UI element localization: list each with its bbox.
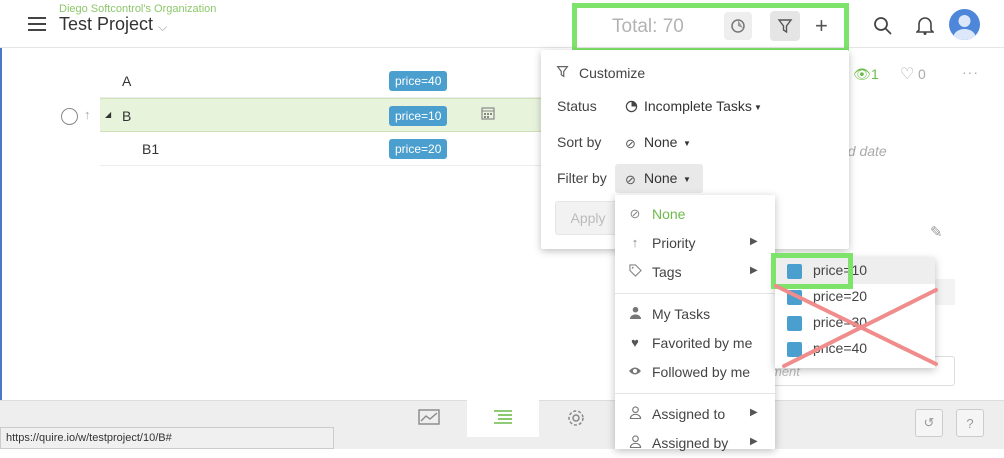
chevron-right-icon: ▶: [750, 265, 758, 276]
menu-item-followed[interactable]: Followed by me: [615, 358, 775, 387]
chevron-right-icon: ▶: [750, 236, 758, 247]
followers-count: 1: [871, 66, 879, 82]
eye-icon[interactable]: 👁: [853, 66, 871, 83]
menu-item-assigned-to[interactable]: Assigned to ▶: [615, 400, 775, 429]
sort-label: Sort by: [557, 134, 602, 150]
task-tag[interactable]: price=40: [389, 71, 448, 91]
gear-icon[interactable]: [566, 408, 586, 433]
chevron-right-icon: ▶: [750, 407, 758, 418]
menu-item-favorited[interactable]: ♥ Favorited by me: [615, 329, 775, 358]
none-icon: ⊘: [625, 136, 636, 151]
heart-outline-icon[interactable]: ♡: [900, 64, 914, 84]
none-icon: ⊘: [629, 206, 641, 221]
filter-menu: ⊘ None ↑ Priority ▶ Tags ▶ My Tasks ♥ Fa…: [615, 195, 775, 451]
task-row[interactable]: B1 price=20: [100, 132, 550, 166]
list-view-icon[interactable]: [492, 408, 514, 431]
eye-icon: [627, 364, 643, 379]
menu-item-priority[interactable]: ↑ Priority ▶: [615, 229, 775, 258]
complete-checkbox[interactable]: [61, 108, 78, 125]
status-label: Status: [557, 98, 597, 114]
caret-down-icon[interactable]: ▼: [683, 139, 691, 148]
undo-icon[interactable]: ↺: [915, 409, 943, 437]
annotation-red-cross: [774, 284, 938, 368]
hamburger-menu-icon[interactable]: [28, 17, 46, 31]
task-row[interactable]: A price=40: [100, 64, 550, 98]
menu-item-assigned-by[interactable]: Assigned by ▶: [615, 429, 775, 458]
task-tag[interactable]: price=10: [389, 106, 448, 126]
tag-icon: [627, 264, 643, 280]
filter-icon: [556, 65, 569, 83]
task-tag[interactable]: price=20: [389, 139, 448, 159]
pie-icon: [625, 100, 638, 118]
calendar-icon[interactable]: [481, 106, 495, 123]
left-edge-border: [0, 48, 2, 400]
caret-down-icon[interactable]: ▼: [683, 175, 691, 184]
sort-dropdown[interactable]: None: [644, 134, 677, 150]
expand-triangle-icon[interactable]: ◢: [105, 110, 111, 119]
likes-count: 0: [918, 66, 926, 82]
search-icon[interactable]: [873, 16, 893, 41]
chevron-down-icon[interactable]: ⌵: [158, 20, 167, 35]
filter-dropdown-value[interactable]: None: [644, 170, 677, 186]
task-name[interactable]: B1: [142, 141, 159, 157]
arrow-up-icon[interactable]: ↑: [84, 107, 91, 122]
apply-button[interactable]: Apply: [555, 201, 621, 235]
user-outline-icon: [627, 406, 643, 422]
bell-icon[interactable]: [915, 15, 935, 40]
task-name[interactable]: A: [122, 73, 131, 89]
filter-label: Filter by: [557, 170, 607, 186]
user-icon: [627, 306, 643, 322]
none-icon: ⊘: [625, 172, 636, 187]
menu-item-tags[interactable]: Tags ▶: [615, 258, 775, 287]
chart-view-icon[interactable]: [418, 408, 440, 431]
menu-item-none[interactable]: ⊘ None: [615, 200, 775, 229]
project-title[interactable]: Test Project: [59, 14, 153, 35]
status-dropdown[interactable]: Incomplete Tasks: [644, 98, 752, 114]
annotation-highlight-box: [572, 3, 849, 53]
chevron-right-icon: ▶: [750, 436, 758, 447]
help-icon[interactable]: ?: [956, 409, 984, 437]
arrow-up-icon: ↑: [631, 235, 639, 250]
avatar[interactable]: [949, 9, 980, 40]
more-options-icon[interactable]: ···: [962, 64, 979, 80]
caret-down-icon[interactable]: ▼: [754, 103, 762, 112]
heart-icon: ♥: [631, 335, 639, 350]
menu-item-my-tasks[interactable]: My Tasks: [615, 300, 775, 329]
menu-divider: [615, 393, 775, 394]
panel-title: Customize: [579, 65, 646, 81]
status-url: https://quire.io/w/testproject/10/B#: [0, 427, 334, 449]
pencil-icon[interactable]: ✎: [930, 223, 943, 241]
task-name[interactable]: B: [122, 108, 131, 124]
menu-divider: [615, 293, 775, 294]
